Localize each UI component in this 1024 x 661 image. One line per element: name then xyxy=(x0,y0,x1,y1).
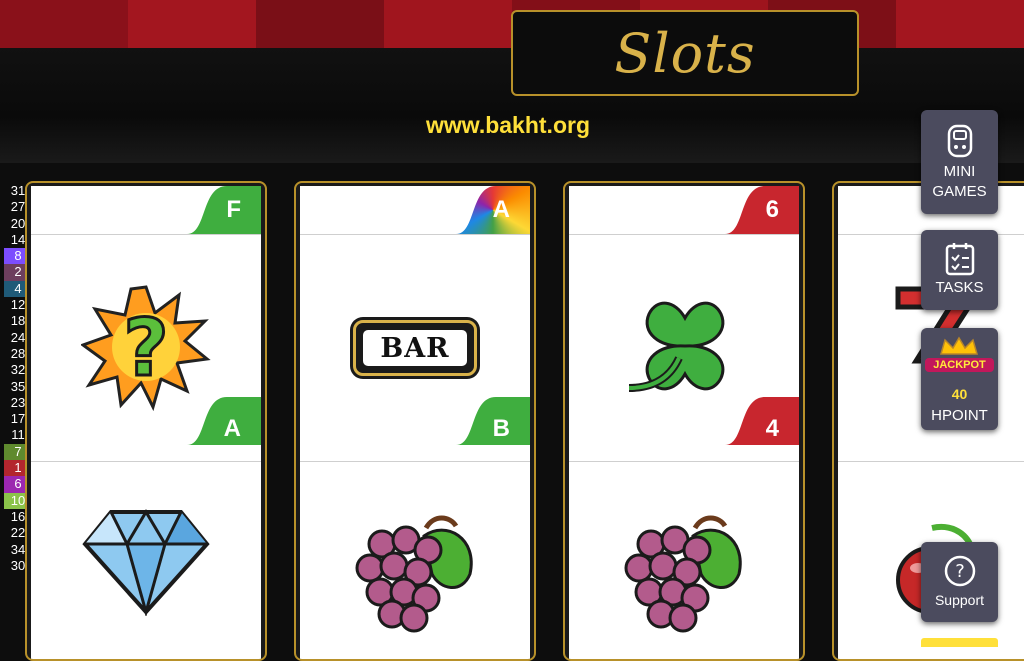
support-button[interactable]: ? Support xyxy=(921,542,998,622)
support-label: Support xyxy=(934,592,985,608)
mini-games-label-2: GAMES xyxy=(932,183,987,200)
question-circle-icon: ? xyxy=(944,555,975,587)
jackpot-button[interactable]: JACKPOT 40 HPOINT xyxy=(921,328,998,430)
jackpot-badge: JACKPOT xyxy=(925,358,994,372)
reel-cell-bottom xyxy=(31,462,261,659)
gamepad-icon xyxy=(947,124,972,158)
grapes-icon xyxy=(624,515,742,633)
reel-cell-bottom xyxy=(300,462,530,659)
crown-icon xyxy=(940,336,978,355)
clover-icon xyxy=(628,301,725,392)
reel-1: F ? A xyxy=(25,181,267,661)
grapes-icon xyxy=(355,515,473,633)
payline-tag: F xyxy=(187,186,261,234)
game-title-plaque: Slots xyxy=(511,10,859,96)
bar-label: BAR xyxy=(380,332,450,364)
reel-cell-middle: 4 xyxy=(569,235,799,462)
jackpot-count: 40 xyxy=(951,386,968,402)
reel-3: 6 4 xyxy=(563,181,805,661)
reel-cell-bottom xyxy=(569,462,799,659)
hpoint-label: HPOINT xyxy=(931,407,988,424)
reel-cell-top: 6 xyxy=(569,186,799,235)
reel-cell-middle: ? A xyxy=(31,235,261,462)
tasks-label: TASKS xyxy=(935,279,984,296)
reel-cell-top: F xyxy=(31,186,261,235)
payline-tag: B xyxy=(456,397,530,461)
reel-2: A BAR B xyxy=(294,181,536,661)
mini-games-label-1: MINI xyxy=(943,163,976,180)
svg-text:?: ? xyxy=(955,561,965,582)
tasks-button[interactable]: TASKS xyxy=(921,230,998,310)
mini-games-button[interactable]: MINI GAMES xyxy=(921,110,998,214)
bar-icon: BAR xyxy=(353,320,477,376)
reel-cell-middle: BAR B xyxy=(300,235,530,462)
bottom-yellow-tab[interactable] xyxy=(921,638,998,647)
question-burst-icon: ? xyxy=(81,285,211,412)
reel-cell-top: A xyxy=(300,186,530,235)
svg-text:?: ? xyxy=(123,304,168,394)
payline-tag: A xyxy=(456,186,530,234)
payline-tag: 6 xyxy=(725,186,799,234)
diamond-icon xyxy=(82,509,210,617)
game-title: Slots xyxy=(614,21,756,85)
clipboard-icon xyxy=(945,243,974,276)
site-url[interactable]: www.bakht.org xyxy=(0,112,1016,139)
